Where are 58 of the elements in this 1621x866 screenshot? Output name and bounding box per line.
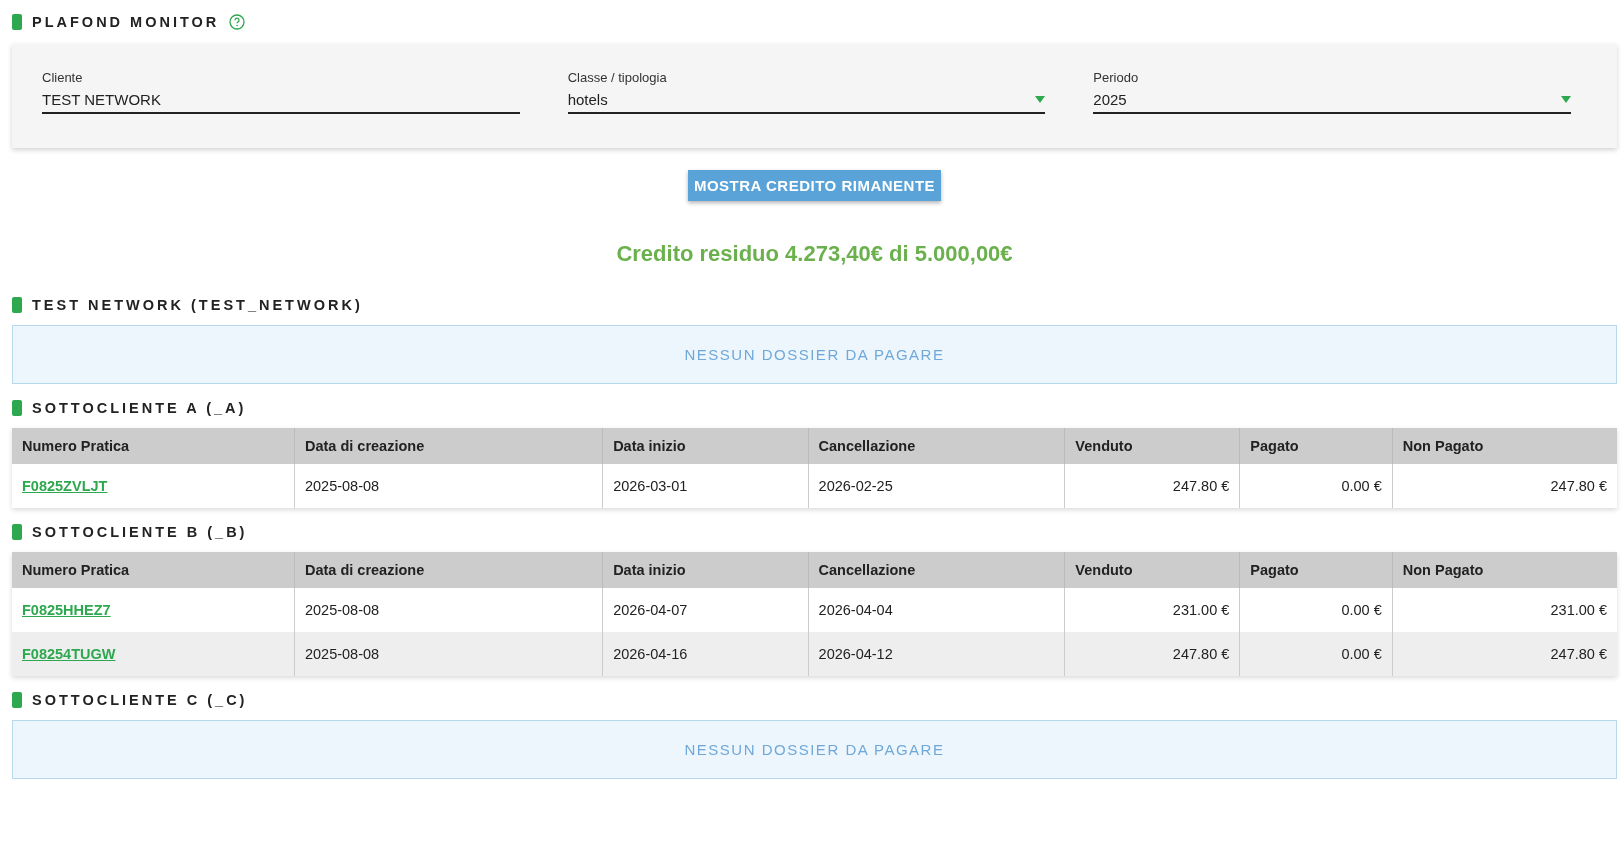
column-header: Pagato bbox=[1239, 552, 1393, 588]
column-header: Non Pagato bbox=[1392, 552, 1617, 588]
column-header: Non Pagato bbox=[1392, 428, 1617, 464]
table-cell: 2026-03-01 bbox=[613, 478, 688, 494]
dropdown-caret-icon bbox=[1035, 96, 1046, 103]
table-cell: 247.80 € bbox=[1172, 478, 1230, 494]
help-icon[interactable] bbox=[229, 14, 246, 30]
section-title: TEST NETWORK (TEST_NETWORK) bbox=[32, 297, 363, 313]
select-field[interactable]: 2025 bbox=[1093, 91, 1571, 114]
credit-summary: Credito residuo 4.273,40€ di 5.000,00€ bbox=[615, 241, 1014, 267]
empty-message: NESSUN DOSSIER DA PAGARE bbox=[684, 346, 945, 363]
table-cell: 2025-08-08 bbox=[304, 478, 380, 494]
page-title: PLAFOND MONITOR bbox=[32, 14, 220, 30]
table-cell: 247.80 € bbox=[1172, 646, 1230, 662]
table-cell: 2026-02-25 bbox=[818, 478, 893, 494]
table-cell: 2026-04-16 bbox=[613, 646, 688, 662]
column-header: Data inizio bbox=[602, 552, 809, 588]
section-title: SOTTOCLIENTE B (_B) bbox=[32, 524, 248, 540]
empty-message: NESSUN DOSSIER DA PAGARE bbox=[684, 741, 945, 758]
section-marker bbox=[12, 400, 22, 416]
field-label: Classe / tipologia bbox=[567, 70, 668, 85]
table-cell: 231.00 € bbox=[1550, 602, 1607, 618]
column-header: Cancellazione bbox=[808, 428, 1065, 464]
table-cell: 247.80 € bbox=[1550, 478, 1607, 494]
section-marker bbox=[12, 297, 22, 313]
section-title: SOTTOCLIENTE C (_C) bbox=[32, 692, 248, 708]
section-marker bbox=[12, 692, 22, 708]
table-cell: 231.00 € bbox=[1172, 602, 1230, 618]
column-header: Venduto bbox=[1064, 552, 1240, 588]
column-header: Pagato bbox=[1239, 428, 1393, 464]
table-cell: 2026-04-12 bbox=[818, 646, 893, 662]
column-header: Data di creazione bbox=[294, 428, 603, 464]
field-label: Periodo bbox=[1093, 70, 1140, 85]
table-cell: 247.80 € bbox=[1550, 646, 1607, 662]
dossier-link[interactable]: F08254TUGW bbox=[22, 646, 116, 662]
table-cell: 0.00 € bbox=[1341, 646, 1382, 662]
column-header: Numero Pratica bbox=[12, 428, 295, 464]
column-header: Venduto bbox=[1064, 428, 1240, 464]
table-cell: 0.00 € bbox=[1341, 602, 1382, 618]
column-header: Numero Pratica bbox=[12, 552, 295, 588]
dossier-link[interactable]: F0825ZVLJT bbox=[22, 478, 108, 494]
table-cell: 2025-08-08 bbox=[304, 602, 380, 618]
show-credit-button[interactable]: MOSTRA CREDITO RIMANENTE bbox=[687, 170, 942, 201]
dropdown-caret-icon bbox=[1561, 96, 1571, 103]
column-header: Data inizio bbox=[602, 428, 809, 464]
field-label: Cliente bbox=[42, 70, 84, 85]
column-header: Cancellazione bbox=[808, 552, 1065, 588]
section-marker bbox=[12, 14, 22, 30]
table-cell: 0.00 € bbox=[1341, 478, 1382, 494]
section-title: SOTTOCLIENTE A (_A) bbox=[32, 400, 247, 416]
column-header: Data di creazione bbox=[294, 552, 603, 588]
section-marker bbox=[12, 524, 22, 540]
select-field[interactable]: hotels bbox=[567, 91, 1046, 114]
table-cell: 2026-04-04 bbox=[818, 602, 893, 618]
input-field[interactable]: TEST NETWORK bbox=[42, 91, 520, 114]
table-cell: 2025-08-08 bbox=[304, 646, 380, 662]
dossier-link[interactable]: F0825HHEZ7 bbox=[22, 602, 111, 618]
table-cell: 2026-04-07 bbox=[613, 602, 688, 618]
